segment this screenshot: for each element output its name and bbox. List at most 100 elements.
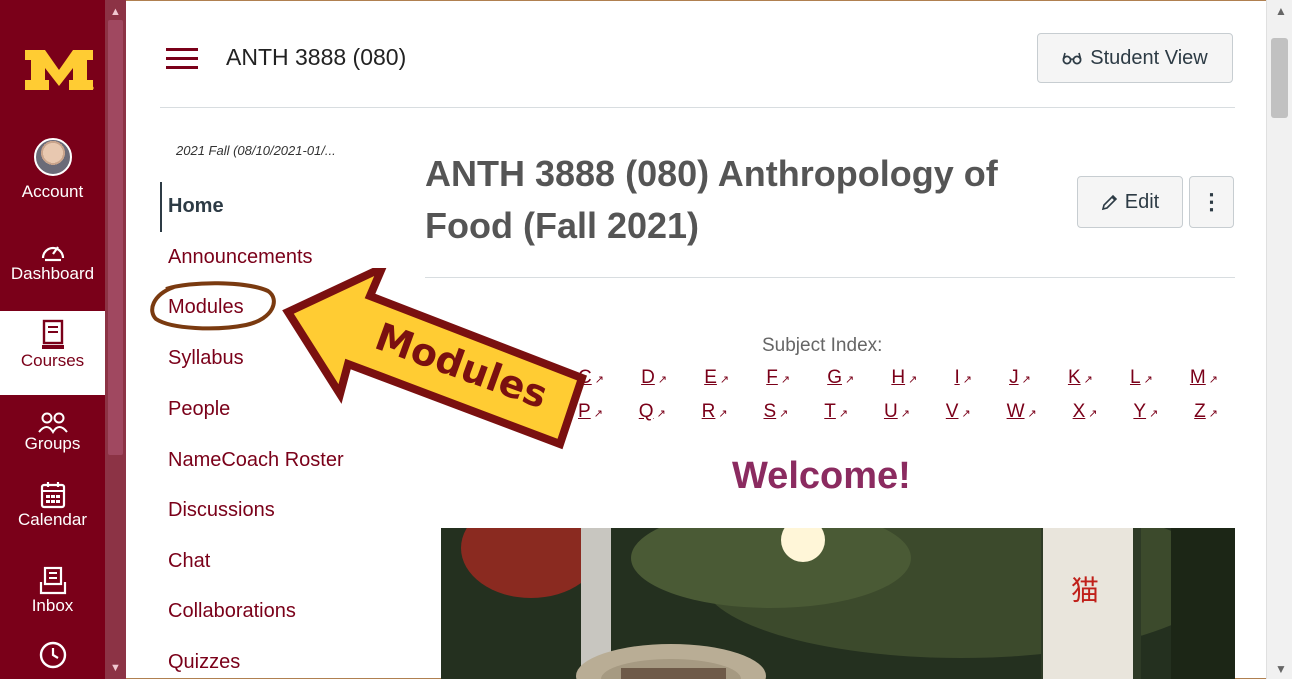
glasses-icon: [1062, 52, 1082, 65]
index-link-e[interactable]: E ↗: [704, 367, 729, 389]
nav-account-label: Account: [21, 182, 84, 201]
nav-inbox-label: Inbox: [31, 596, 74, 615]
scroll-down-icon[interactable]: ▼: [110, 662, 121, 674]
student-view-button[interactable]: Student View: [1037, 33, 1233, 83]
term-label: 2021 Fall (08/10/2021-01/...: [176, 143, 336, 158]
annotation-arrow: Modules: [282, 268, 588, 450]
nav-inbox[interactable]: Inbox: [0, 566, 105, 616]
index-link-m[interactable]: M ↗: [1190, 367, 1218, 389]
index-link-w[interactable]: W ↗: [1007, 401, 1037, 423]
welcome-photo: 猫: [441, 528, 1235, 679]
external-link-icon: ↗: [1021, 374, 1031, 386]
scroll-up-icon[interactable]: ▲: [110, 6, 121, 18]
courses-icon: [41, 319, 64, 349]
index-link-g[interactable]: G ↗: [827, 367, 854, 389]
external-link-icon: ↗: [1027, 408, 1037, 420]
nav-dashboard-label: Dashboard: [10, 264, 95, 283]
nav-courses[interactable]: Courses: [0, 311, 105, 395]
course-nav-chat[interactable]: Chat: [168, 550, 210, 573]
external-link-icon: ↗: [718, 408, 728, 420]
course-nav-announcements[interactable]: Announcements: [168, 246, 313, 269]
course-nav-collaborations[interactable]: Collaborations: [168, 600, 296, 623]
subject-index-row-1: C↗ D↗ E↗ F↗ G↗ H↗ I↗ J↗ K↗ L↗ M↗: [578, 367, 1218, 389]
university-m-logo[interactable]: [23, 44, 95, 94]
global-nav: Account Dashboard Courses Groups Calenda…: [0, 0, 105, 679]
external-link-icon: ↗: [780, 374, 791, 386]
index-link-v[interactable]: V ↗: [946, 401, 971, 423]
course-nav-quizzes[interactable]: Quizzes: [168, 651, 240, 674]
external-link-icon: ↗: [779, 408, 789, 420]
external-link-icon: ↗: [1149, 408, 1159, 420]
subject-index-row-2: P ↗ Q ↗ R ↗ S ↗ T ↗ U ↗ V ↗ W ↗ X ↗ Y ↗ Z ↗: [578, 401, 1218, 423]
external-link-icon: ↗: [900, 408, 910, 420]
breadcrumb[interactable]: ANTH 3888 (080): [226, 44, 406, 71]
external-link-icon: ↗: [656, 408, 666, 420]
index-link-x[interactable]: X ↗: [1073, 401, 1098, 423]
external-link-icon: ↗: [657, 374, 668, 386]
calendar-icon: [40, 482, 65, 509]
nav-calendar[interactable]: Calendar: [0, 480, 105, 530]
student-view-label: Student View: [1090, 46, 1208, 69]
external-link-icon: ↗: [1208, 374, 1218, 386]
inbox-icon: [39, 566, 66, 595]
index-link-l[interactable]: L ↗: [1130, 367, 1153, 389]
more-options-icon[interactable]: ⋮: [1189, 176, 1234, 228]
avatar: [33, 138, 72, 176]
active-indicator: [160, 182, 162, 232]
external-link-icon: ↗: [844, 374, 855, 386]
external-link-icon: ↗: [908, 374, 918, 386]
nav-groups-label: Groups: [24, 434, 81, 453]
scrollbar-thumb[interactable]: [1271, 38, 1288, 118]
external-link-icon: ↗: [1143, 374, 1153, 386]
index-link-y[interactable]: Y ↗: [1133, 401, 1158, 423]
edit-label: Edit: [1124, 190, 1160, 213]
index-link-z[interactable]: Z ↗: [1194, 401, 1218, 423]
edit-button[interactable]: Edit: [1077, 176, 1183, 228]
scroll-down-icon[interactable]: ▼: [1275, 662, 1287, 676]
index-link-d[interactable]: D ↗: [641, 367, 667, 389]
index-link-j[interactable]: J ↗: [1009, 367, 1031, 389]
page-title: ANTH 3888 (080) Anthropology of Food (Fa…: [425, 148, 1065, 252]
page-scrollbar[interactable]: ▲ ▼: [1266, 0, 1292, 679]
external-link-icon: ↗: [961, 408, 971, 420]
scrollbar-thumb[interactable]: [108, 20, 123, 455]
nav-dashboard[interactable]: Dashboard: [0, 238, 105, 284]
course-nav-people[interactable]: People: [168, 398, 230, 421]
nav-courses-label: Courses: [20, 351, 85, 370]
index-link-t[interactable]: T ↗: [824, 401, 848, 423]
external-link-icon: ↗: [962, 374, 972, 386]
external-link-icon: ↗: [838, 408, 849, 420]
hamburger-menu-icon[interactable]: [166, 48, 198, 70]
index-link-s[interactable]: S ↗: [763, 401, 788, 423]
index-link-f[interactable]: F ↗: [766, 367, 790, 389]
index-link-k[interactable]: K ↗: [1068, 367, 1093, 389]
history-icon: [39, 641, 66, 669]
global-nav-scrollbar[interactable]: ▲ ▼: [105, 0, 126, 679]
external-link-icon: ↗: [1088, 408, 1098, 420]
page-title-line2: Food (Fall 2021): [425, 205, 700, 246]
external-link-icon: ↗: [1208, 408, 1218, 420]
index-link-i[interactable]: I ↗: [954, 367, 972, 389]
welcome-heading: Welcome!: [732, 455, 911, 497]
course-nav-discussions[interactable]: Discussions: [168, 499, 275, 522]
external-link-icon: ↗: [1083, 374, 1093, 386]
nav-history[interactable]: [0, 640, 105, 670]
dashboard-icon: [41, 246, 64, 262]
nav-calendar-label: Calendar: [18, 510, 87, 529]
scroll-up-icon[interactable]: ▲: [1275, 4, 1287, 18]
index-link-r[interactable]: R ↗: [702, 401, 728, 423]
index-link-q[interactable]: Q ↗: [639, 401, 666, 423]
course-nav-syllabus[interactable]: Syllabus: [168, 347, 244, 370]
index-link-h[interactable]: H ↗: [891, 367, 917, 389]
pencil-icon: [1101, 194, 1117, 211]
svg-text:猫: 猫: [1071, 574, 1099, 607]
nav-groups[interactable]: Groups: [0, 412, 105, 454]
nav-account[interactable]: Account: [0, 138, 105, 202]
annotation-circle: [150, 281, 276, 331]
groups-icon: [37, 412, 68, 434]
page-title-line1: ANTH 3888 (080) Anthropology of: [425, 153, 998, 194]
header-divider: [160, 107, 1235, 108]
course-nav-home[interactable]: Home: [168, 195, 224, 218]
subject-index-label: Subject Index:: [762, 335, 883, 356]
index-link-u[interactable]: U ↗: [884, 401, 910, 423]
